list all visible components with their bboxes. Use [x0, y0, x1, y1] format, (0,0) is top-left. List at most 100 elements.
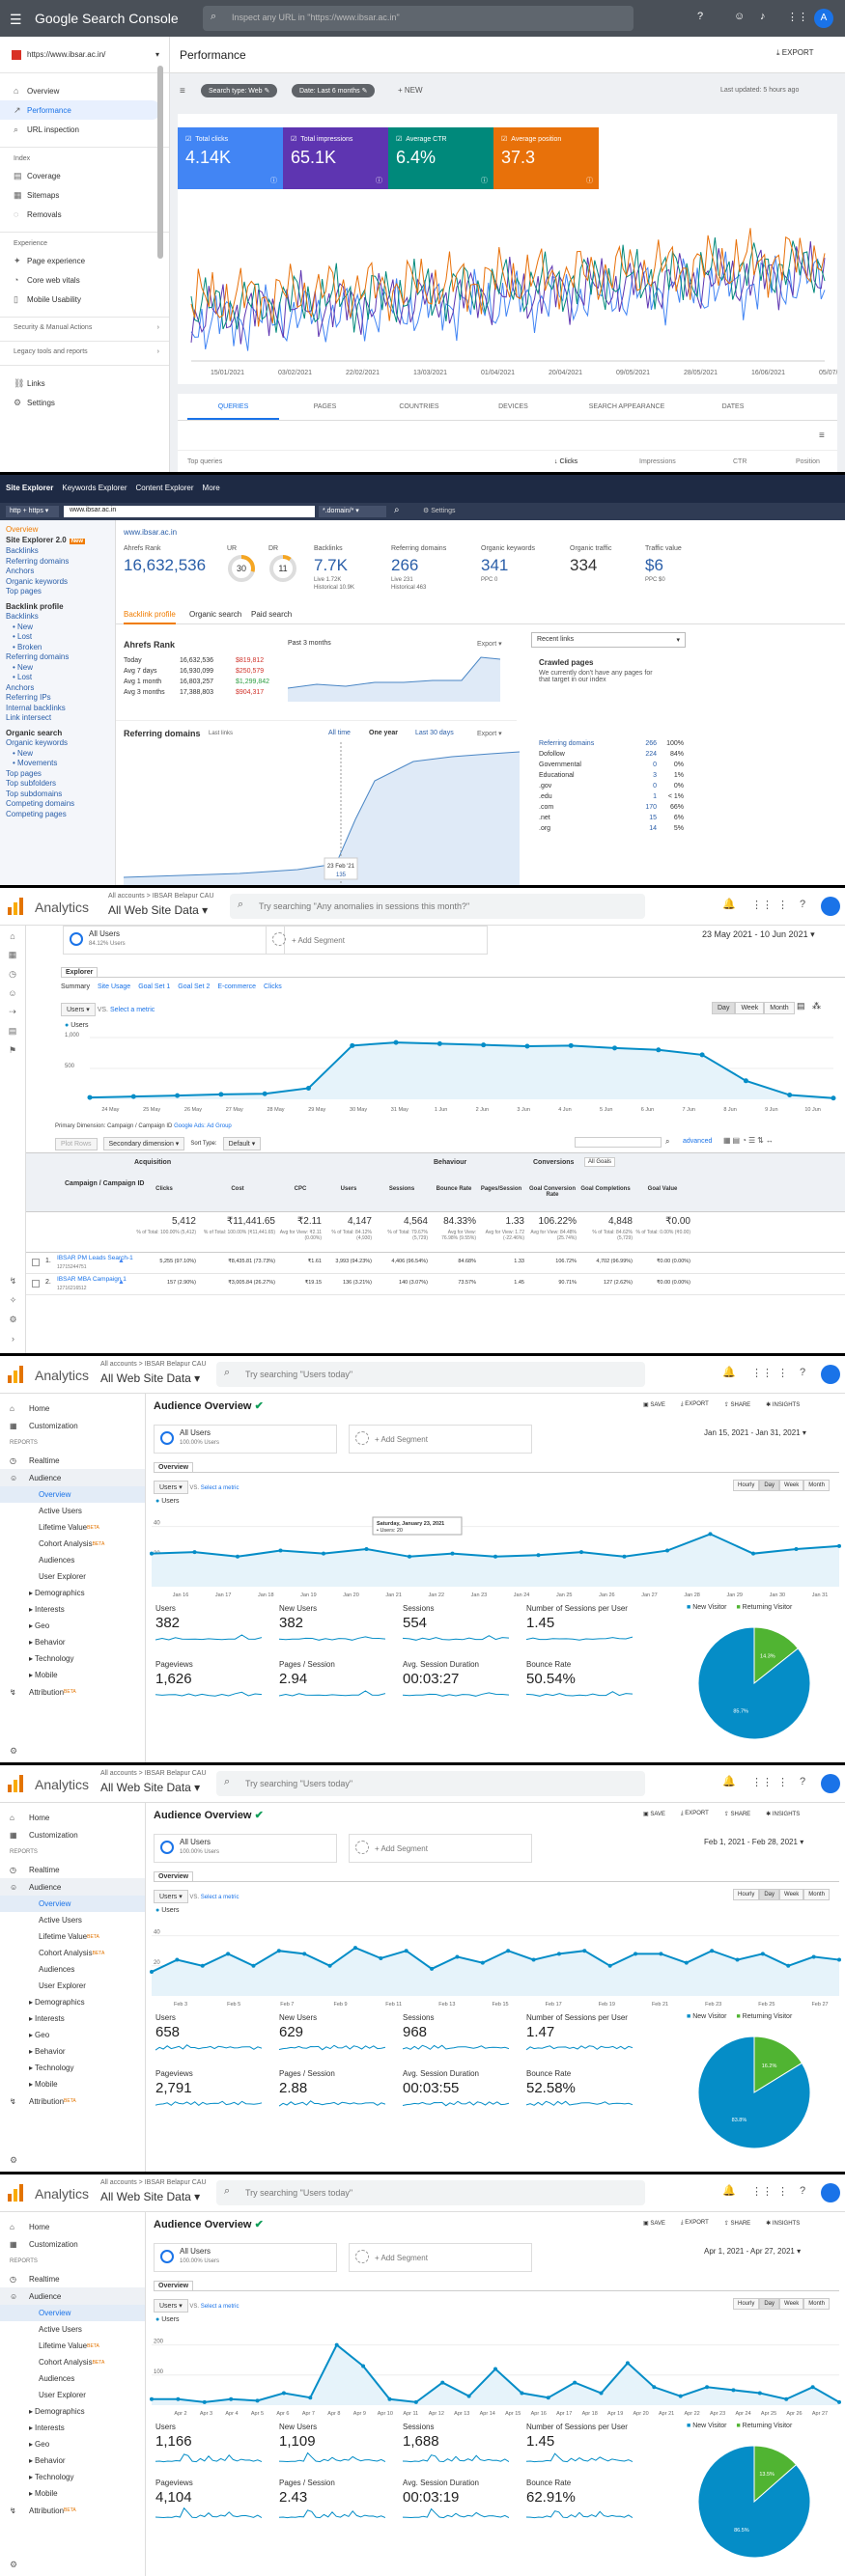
- sidebar-link[interactable]: • New: [6, 663, 109, 674]
- metric-tile[interactable]: Users 658: [155, 2013, 269, 2054]
- apps-icon[interactable]: ⋮⋮: [751, 1776, 773, 1788]
- row-checkbox[interactable]: [32, 1280, 40, 1288]
- add-segment[interactable]: + Add Segment: [349, 2243, 532, 2272]
- nav-links[interactable]: ⛓ Links: [0, 374, 169, 393]
- help-icon[interactable]: ⓘ: [481, 176, 488, 185]
- sidebar-link[interactable]: Link intersect: [6, 713, 109, 724]
- data-point[interactable]: [150, 2396, 154, 2401]
- data-point[interactable]: [130, 1094, 136, 1099]
- search-input[interactable]: Inspect any URL in "https://www.ibsar.ac…: [232, 13, 400, 22]
- data-point[interactable]: [784, 2396, 789, 2401]
- chart-type-icon[interactable]: ▤: [797, 1001, 805, 1011]
- col-header[interactable]: Sessions: [376, 1186, 428, 1192]
- nav-audience[interactable]: ☺ Audience: [0, 2287, 145, 2305]
- period-button[interactable]: Month: [803, 1889, 830, 1900]
- explorer-subtab[interactable]: E-commerce: [217, 983, 256, 990]
- sidebar-link[interactable]: Top pages: [6, 769, 109, 780]
- col-position[interactable]: Position: [796, 458, 820, 465]
- sidebar-scrollbar[interactable]: [157, 66, 163, 259]
- home-icon[interactable]: ⌂: [10, 931, 14, 941]
- account-breadcrumb[interactable]: All accounts > IBSAR Belapur CAU: [108, 893, 214, 900]
- apps-icon[interactable]: ⋮⋮: [751, 2185, 773, 2198]
- data-point[interactable]: [625, 2361, 630, 2366]
- tab-backlink-profile[interactable]: Backlink profile: [124, 610, 176, 624]
- view-selector[interactable]: All Web Site Data ▾: [100, 1371, 200, 1385]
- period-button[interactable]: Week: [735, 1002, 765, 1014]
- data-point[interactable]: [684, 1960, 689, 1965]
- data-point[interactable]: [450, 1551, 455, 1556]
- data-point[interactable]: [710, 1949, 715, 1953]
- segment-all-users[interactable]: All Users 100.00% Users: [154, 1425, 337, 1454]
- metric-select[interactable]: Users ▾: [154, 1890, 188, 1903]
- select-metric-link[interactable]: Select a metric: [201, 1485, 239, 1491]
- top-nav-item[interactable]: Keywords Explorer: [62, 484, 127, 492]
- url-inspect-search[interactable]: ⌕ Inspect any URL in "https://www.ibsar.…: [203, 6, 634, 31]
- metric-card[interactable]: ☑ Average CTR 6.4% ⓘ: [388, 127, 493, 189]
- explorer-subtab[interactable]: Goal Set 1: [138, 983, 170, 990]
- select-metric-link[interactable]: Select a metric: [201, 1895, 239, 1900]
- data-point[interactable]: [364, 1547, 369, 1551]
- nav-audience-active-users[interactable]: Active Users: [0, 1912, 145, 1928]
- nav-audience-user-explorer[interactable]: User Explorer: [0, 1978, 145, 1994]
- avatar[interactable]: A: [814, 9, 833, 28]
- data-point[interactable]: [404, 1949, 408, 1953]
- period-button[interactable]: Month: [803, 2298, 830, 2310]
- tab-search-appearance[interactable]: SEARCH APPEARANCE: [559, 394, 694, 420]
- notification-bell-icon[interactable]: 🔔: [722, 1775, 736, 1787]
- ga-search-bar[interactable]: ⌕ Try searching "Users today": [216, 1362, 645, 1387]
- date-range-picker[interactable]: Feb 1, 2021 - Feb 28, 2021 ▾: [704, 1838, 803, 1846]
- data-point[interactable]: [810, 2385, 815, 2390]
- data-point[interactable]: [524, 1043, 530, 1049]
- sidebar-link[interactable]: Anchors: [6, 567, 109, 577]
- more-icon[interactable]: ⋮: [777, 899, 788, 911]
- sidebar-link[interactable]: Referring IPs: [6, 693, 109, 704]
- nav-audience-mobile[interactable]: ▸ Mobile: [0, 2485, 145, 2502]
- metric-tile[interactable]: Sessions 968: [403, 2013, 517, 2054]
- metric-tile[interactable]: Pages / Session 2.94: [279, 1660, 393, 1701]
- segment-all-users[interactable]: All Users 84.12% Users: [63, 926, 285, 955]
- more-icon[interactable]: ⋮: [777, 1367, 788, 1379]
- attribution-icon[interactable]: ↯: [10, 1276, 17, 1287]
- nav-audience-demographics[interactable]: ▸ Demographics: [0, 1994, 145, 2010]
- data-point[interactable]: [579, 1550, 583, 1555]
- sidebar-link[interactable]: Organic keywords: [6, 577, 109, 588]
- export-button[interactable]: ⤓ EXPORT: [681, 2220, 709, 2227]
- metric-tile[interactable]: Avg. Session Duration 00:03:27: [403, 1660, 517, 1701]
- data-point[interactable]: [430, 1966, 435, 1971]
- data-point[interactable]: [466, 2394, 471, 2398]
- sidebar-link[interactable]: • Movements: [6, 759, 109, 769]
- sidebar-link[interactable]: Competing pages: [6, 810, 109, 820]
- metric-select[interactable]: Users ▾: [61, 1003, 96, 1016]
- range-one-year[interactable]: One year: [369, 730, 398, 736]
- sidebar-link[interactable]: Competing domains: [6, 799, 109, 810]
- period-button[interactable]: Day: [712, 1002, 736, 1014]
- data-point[interactable]: [607, 1963, 612, 1968]
- menu-icon[interactable]: ☰: [10, 12, 22, 28]
- mode-select[interactable]: *.domain/* ▾: [319, 506, 386, 517]
- share-button[interactable]: ⇪ SHARE: [724, 2220, 750, 2227]
- col-header[interactable]: Clicks: [132, 1186, 196, 1192]
- nav-audience-overview[interactable]: Overview: [0, 1896, 145, 1912]
- date-range-picker[interactable]: Apr 1, 2021 - Apr 27, 2021 ▾: [704, 2247, 801, 2256]
- recent-links-select[interactable]: Recent links ▾: [531, 632, 686, 648]
- metric-tile[interactable]: New Users 629: [279, 2013, 393, 2054]
- nav-url-inspection[interactable]: ⌕ URL inspection: [0, 120, 169, 139]
- nav-attribution[interactable]: ↯ Attribution BETA: [0, 2092, 145, 2110]
- data-point[interactable]: [352, 1946, 357, 1951]
- help-icon[interactable]: ?: [800, 1776, 805, 1787]
- data-point[interactable]: [202, 2399, 207, 2404]
- data-point[interactable]: [506, 1949, 511, 1953]
- nav-audience-audiences[interactable]: Audiences: [0, 1961, 145, 1978]
- metric-tile[interactable]: Sessions 1,688: [403, 2423, 517, 2463]
- col-impressions[interactable]: Impressions: [639, 458, 676, 465]
- notification-bell-icon[interactable]: 🔔: [722, 898, 736, 910]
- account-breadcrumb[interactable]: All accounts > IBSAR Belapur CAU: [100, 1361, 207, 1368]
- nav-audience-demographics[interactable]: ▸ Demographics: [0, 2403, 145, 2420]
- view-selector[interactable]: All Web Site Data ▾: [108, 903, 208, 917]
- nav-audience-behavior[interactable]: ▸ Behavior: [0, 2452, 145, 2469]
- ga-search-bar[interactable]: ⌕ Try searching "Any anomalies in sessio…: [230, 894, 645, 919]
- nav-audience-lifetime-value[interactable]: Lifetime Value BETA: [0, 1519, 145, 1536]
- nav-attribution[interactable]: ↯ Attribution BETA: [0, 1683, 145, 1701]
- period-button[interactable]: Hourly: [733, 2298, 760, 2310]
- data-point[interactable]: [659, 1952, 663, 1956]
